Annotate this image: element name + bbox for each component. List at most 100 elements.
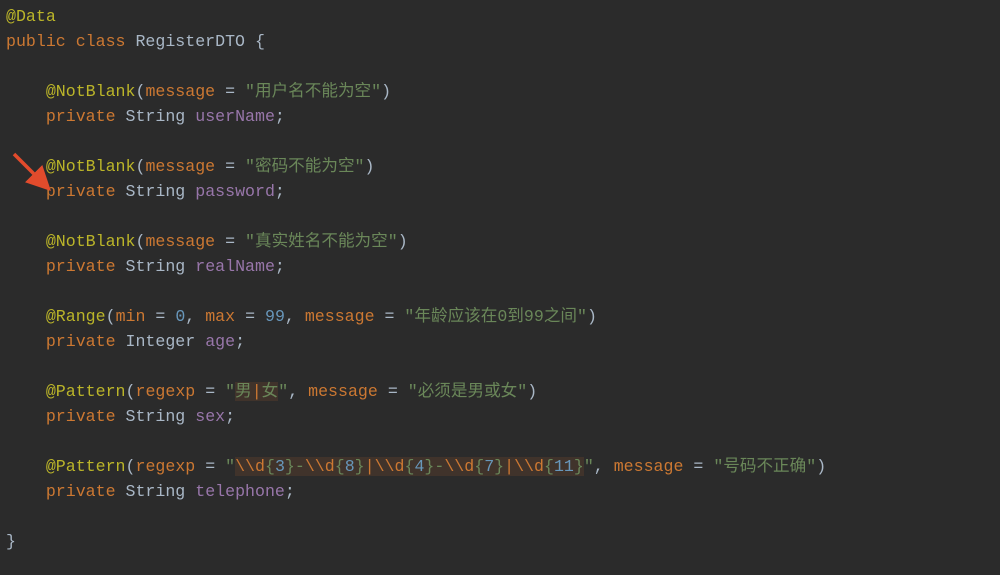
- regex-brace: }: [574, 457, 584, 476]
- number: 99: [265, 307, 285, 326]
- comma: ,: [594, 457, 614, 476]
- regex-pipe: |: [252, 382, 262, 401]
- keyword-private: private: [46, 407, 126, 426]
- annotation: @NotBlank: [46, 232, 136, 251]
- code-line: private String realName;: [6, 257, 285, 276]
- regex-esc: \\d: [375, 457, 405, 476]
- blank-line: [6, 507, 16, 526]
- regex-pipe: |: [365, 457, 375, 476]
- param-max: max: [205, 307, 245, 326]
- param-regexp: regexp: [135, 457, 205, 476]
- regex-brace: }: [285, 457, 295, 476]
- string-literal: "必须是男或女": [408, 382, 527, 401]
- string-literal: "真实姓名不能为空": [245, 232, 398, 251]
- code-line: private String sex;: [6, 407, 235, 426]
- paren: (: [126, 382, 136, 401]
- paren: (: [135, 82, 145, 101]
- indent: [6, 407, 46, 426]
- code-line: private String userName;: [6, 107, 285, 126]
- param-message: message: [145, 232, 225, 251]
- comma: ,: [285, 307, 305, 326]
- keyword-private: private: [46, 482, 126, 501]
- regex-esc: \\d: [514, 457, 544, 476]
- paren: ): [381, 82, 391, 101]
- regex-num: 3: [275, 457, 285, 476]
- paren: ): [365, 157, 375, 176]
- indent: [6, 232, 46, 251]
- indent: [6, 332, 46, 351]
- code-line: @Range(min = 0, max = 99, message = "年龄应…: [6, 307, 597, 326]
- field-name: sex: [195, 407, 225, 426]
- equals: =: [155, 307, 175, 326]
- regex-dash: -: [434, 457, 444, 476]
- comma: ,: [185, 307, 205, 326]
- paren: ): [816, 457, 826, 476]
- paren: ): [587, 307, 597, 326]
- blank-line: [6, 57, 16, 76]
- comma: ,: [288, 382, 308, 401]
- param-regexp: regexp: [135, 382, 205, 401]
- type-string: String: [126, 182, 196, 201]
- code-editor[interactable]: @Data public class RegisterDTO { @NotBla…: [0, 0, 1000, 575]
- string-literal: "用户名不能为空": [245, 82, 381, 101]
- regex-num: 7: [484, 457, 494, 476]
- code-line: public class RegisterDTO {: [6, 32, 265, 51]
- paren: (: [135, 232, 145, 251]
- quote: ": [278, 382, 288, 401]
- keyword-class: class: [76, 32, 136, 51]
- regex-dash: -: [295, 457, 305, 476]
- regex-esc: \\d: [235, 457, 265, 476]
- paren: (: [106, 307, 116, 326]
- regex-num: 8: [345, 457, 355, 476]
- regex-brace: {: [335, 457, 345, 476]
- code-line: @NotBlank(message = "密码不能为空"): [6, 157, 374, 176]
- regex-brace: {: [544, 457, 554, 476]
- blank-line: [6, 282, 16, 301]
- code-line: private String telephone;: [6, 482, 295, 501]
- regex-brace: {: [404, 457, 414, 476]
- blank-line: [6, 357, 16, 376]
- semicolon: ;: [275, 107, 285, 126]
- equals: =: [693, 457, 713, 476]
- regex-brace: }: [355, 457, 365, 476]
- param-min: min: [116, 307, 156, 326]
- keyword-private: private: [46, 257, 126, 276]
- semicolon: ;: [275, 182, 285, 201]
- code-line: @NotBlank(message = "真实姓名不能为空"): [6, 232, 408, 251]
- semicolon: ;: [275, 257, 285, 276]
- field-name: userName: [195, 107, 275, 126]
- class-name: RegisterDTO: [135, 32, 255, 51]
- blank-line: [6, 432, 16, 451]
- code-line: @NotBlank(message = "用户名不能为空"): [6, 82, 391, 101]
- string-literal: "年龄应该在0到99之间": [404, 307, 587, 326]
- field-name: realName: [195, 257, 275, 276]
- code-line: @Pattern(regexp = "男|女", message = "必须是男…: [6, 382, 537, 401]
- semicolon: ;: [285, 482, 295, 501]
- regex-brace: }: [494, 457, 504, 476]
- type-string: String: [126, 482, 196, 501]
- quote: ": [225, 382, 235, 401]
- brace-close: }: [6, 532, 16, 551]
- indent: [6, 257, 46, 276]
- regex-literal: 女: [262, 382, 279, 401]
- equals: =: [225, 232, 245, 251]
- type-integer: Integer: [126, 332, 206, 351]
- equals: =: [225, 82, 245, 101]
- code-line: }: [6, 532, 16, 551]
- annotation: @NotBlank: [46, 82, 136, 101]
- type-string: String: [126, 257, 196, 276]
- equals: =: [245, 307, 265, 326]
- equals: =: [225, 157, 245, 176]
- equals: =: [205, 457, 225, 476]
- regex-brace: {: [474, 457, 484, 476]
- regex-literal: 男: [235, 382, 252, 401]
- semicolon: ;: [235, 332, 245, 351]
- param-message: message: [145, 157, 225, 176]
- number: 0: [175, 307, 185, 326]
- equals: =: [388, 382, 408, 401]
- indent: [6, 482, 46, 501]
- regex-pipe: |: [504, 457, 514, 476]
- equals: =: [385, 307, 405, 326]
- indent: [6, 82, 46, 101]
- paren: ): [398, 232, 408, 251]
